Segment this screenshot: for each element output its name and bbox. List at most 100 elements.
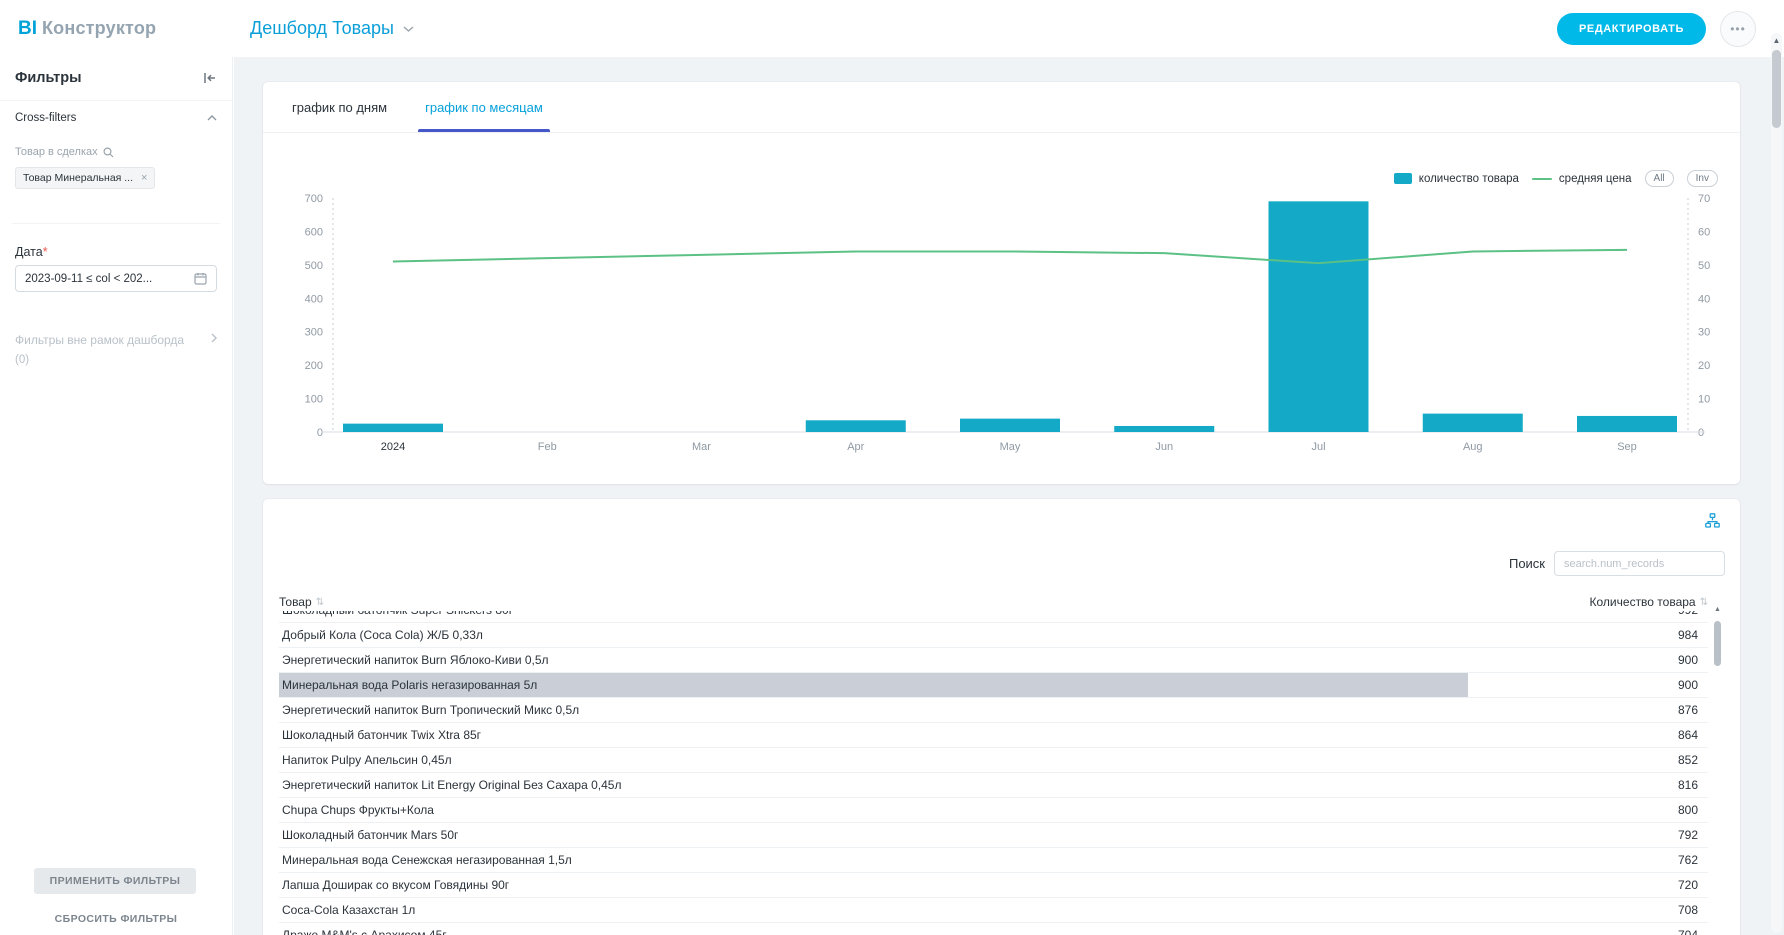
dashboard-canvas: график по дням график по месяцам количест… [234,57,1784,935]
sort-icon[interactable]: ⇅ [316,597,324,608]
quantity-cell: 800 [1677,803,1698,817]
page-scrollbar-thumb[interactable] [1772,50,1781,128]
quantity-cell: 900 [1677,678,1698,692]
left-axis-tick: 700 [305,193,323,205]
x-axis-label: Jul [1311,441,1325,453]
calendar-icon[interactable] [194,272,207,285]
table-row[interactable]: Энергетический напиток Burn Яблоко-Киви … [279,648,1708,673]
x-axis-label: May [1000,441,1021,453]
table-row[interactable]: Минеральная вода Сенежская негазированна… [279,848,1708,873]
edit-button[interactable]: РЕДАКТИРОВАТЬ [1556,12,1706,45]
product-cell: Минеральная вода Сенежская негазированна… [282,853,572,867]
product-cell: Напиток Pulpy Апельсин 0,45л [282,753,452,767]
table-row[interactable]: Минеральная вода Polaris негазированная … [279,673,1708,698]
table-rows: Шоколадный батончик Super Snickers 80г99… [279,611,1708,935]
quantity-cell: 876 [1677,703,1698,717]
required-asterisk: * [42,245,48,259]
quantity-cell: 852 [1677,753,1698,767]
quantity-cell: 720 [1677,878,1698,892]
right-axis-tick: 60 [1698,226,1710,238]
apply-filters-button[interactable]: ПРИМЕНИТЬ ФИЛЬТРЫ [34,868,196,894]
table-row[interactable]: Энергетический напиток Burn Тропический … [279,698,1708,723]
chevron-down-icon[interactable] [403,25,414,32]
product-cell: Энергетический напиток Lit Energy Origin… [282,778,622,792]
left-axis-tick: 600 [305,226,323,238]
scroll-up-icon[interactable]: ▲ [1714,605,1721,615]
column-header-label: Количество товара [1589,595,1696,609]
search-label: Поиск [1508,556,1545,571]
filters-panel-header: Фильтры [15,70,217,86]
right-axis-tick: 70 [1698,193,1710,205]
quantity-cell: 762 [1677,853,1698,867]
date-range-input[interactable]: 2023-09-11 ≤ col < 202... [15,265,217,292]
reset-filters-button[interactable]: СБРОСИТЬ ФИЛЬТРЫ [0,913,232,925]
right-axis-tick: 0 [1698,427,1704,439]
x-axis-label: Sep [1617,441,1637,453]
table-row[interactable]: Добрый Кола (Coca Cola) Ж/Б 0,33л 984 [279,623,1708,648]
x-axis-label: 2024 [381,441,405,453]
x-axis-label: Mar [692,441,711,453]
quantity-cell: 708 [1677,903,1698,917]
left-axis-tick: 500 [305,260,323,272]
quantity-cell: 984 [1677,628,1698,642]
chart-bar[interactable] [1422,413,1523,432]
table-row[interactable]: Coca-Cola Казахстан 1л 708 [279,898,1708,923]
chart-bar[interactable] [1577,415,1677,432]
table-search: Поиск [1509,551,1725,576]
table-row[interactable]: Шоколадный батончик Super Snickers 80г99… [279,611,1708,623]
table-row[interactable]: Напиток Pulpy Апельсин 0,45л 852 [279,748,1708,773]
right-axis-tick: 40 [1698,293,1710,305]
collapse-panel-icon[interactable] [202,71,217,85]
x-axis-label: Aug [1463,441,1483,453]
table-row[interactable]: Chupa Chups Фрукты+Кола 800 [279,798,1708,823]
product-filter-label: Товар в сделках [15,146,98,158]
table-row[interactable]: Шоколадный батончик Mars 50г 792 [279,823,1708,848]
chart-bar[interactable] [1114,425,1215,432]
chart-bar[interactable] [1268,201,1369,432]
left-axis-tick: 0 [317,427,323,439]
search-input[interactable] [1554,551,1725,576]
table-row[interactable]: Лапша Доширак со вкусом Говядины 90г 720 [279,873,1708,898]
hierarchy-icon[interactable] [1705,513,1720,528]
sort-icon[interactable]: ⇅ [1700,597,1708,608]
remove-chip-icon[interactable]: × [141,172,147,184]
column-header-product[interactable]: Товар ⇅ [279,595,1468,609]
left-axis-tick: 200 [305,360,323,372]
dashboard-title-menu[interactable]: Дешборд Товары [250,18,414,39]
x-axis-label: Apr [847,441,864,453]
page-scrollbar[interactable]: ▲ [1771,33,1782,933]
table-row[interactable]: Энергетический напиток Lit Energy Origin… [279,773,1708,798]
right-axis-tick: 20 [1698,360,1710,372]
right-axis-tick: 50 [1698,260,1710,272]
chevron-right-icon[interactable] [211,333,217,343]
search-icon[interactable] [103,146,114,158]
chart-bar[interactable] [805,420,906,432]
cross-filters-label: Cross-filters [15,112,77,124]
scroll-up-icon[interactable]: ▲ [1773,35,1781,47]
data-table: Товар ⇅ Количество товара ⇅ Шоколадный б… [279,593,1708,935]
chart-bar[interactable] [343,423,443,432]
chart-line[interactable] [392,248,1628,265]
outer-filters-count: (0) [15,354,30,366]
left-axis-tick: 400 [305,293,323,305]
table-scrollbar[interactable]: ▲ [1713,605,1722,935]
chart-tab-2[interactable]: график по месяцам [406,82,562,132]
app-logo[interactable]: BI Конструктор [0,18,233,40]
more-options-button[interactable]: ••• [1720,10,1756,47]
line-series-swatch [1531,177,1552,180]
column-header-quantity[interactable]: Количество товара ⇅ [1468,595,1708,609]
chart-bar[interactable] [960,418,1060,432]
cross-filters-section[interactable]: Cross-filters [15,112,217,124]
product-cell: Добрый Кола (Coca Cola) Ж/Б 0,33л [282,628,483,642]
table-row[interactable]: Шоколадный батончик Twix Xtra 85г 864 [279,723,1708,748]
outer-filters-section[interactable]: Фильтры вне рамок дашборда [15,333,217,347]
table-scrollbar-thumb[interactable] [1714,621,1721,666]
product-cell: Энергетический напиток Burn Тропический … [282,703,580,717]
table-row[interactable]: Драже M&M's с Арахисом 45г 704 [279,923,1708,935]
product-filter-chip[interactable]: Товар Минеральная ... × [15,167,156,189]
filters-panel: Фильтры Cross-filters Товар в сделках То… [0,57,233,935]
chart-tab-1[interactable]: график по дням [273,82,406,132]
chevron-up-icon[interactable] [207,115,217,121]
x-axis-label: Jun [1155,441,1173,453]
logo-bi: BI [18,17,37,39]
